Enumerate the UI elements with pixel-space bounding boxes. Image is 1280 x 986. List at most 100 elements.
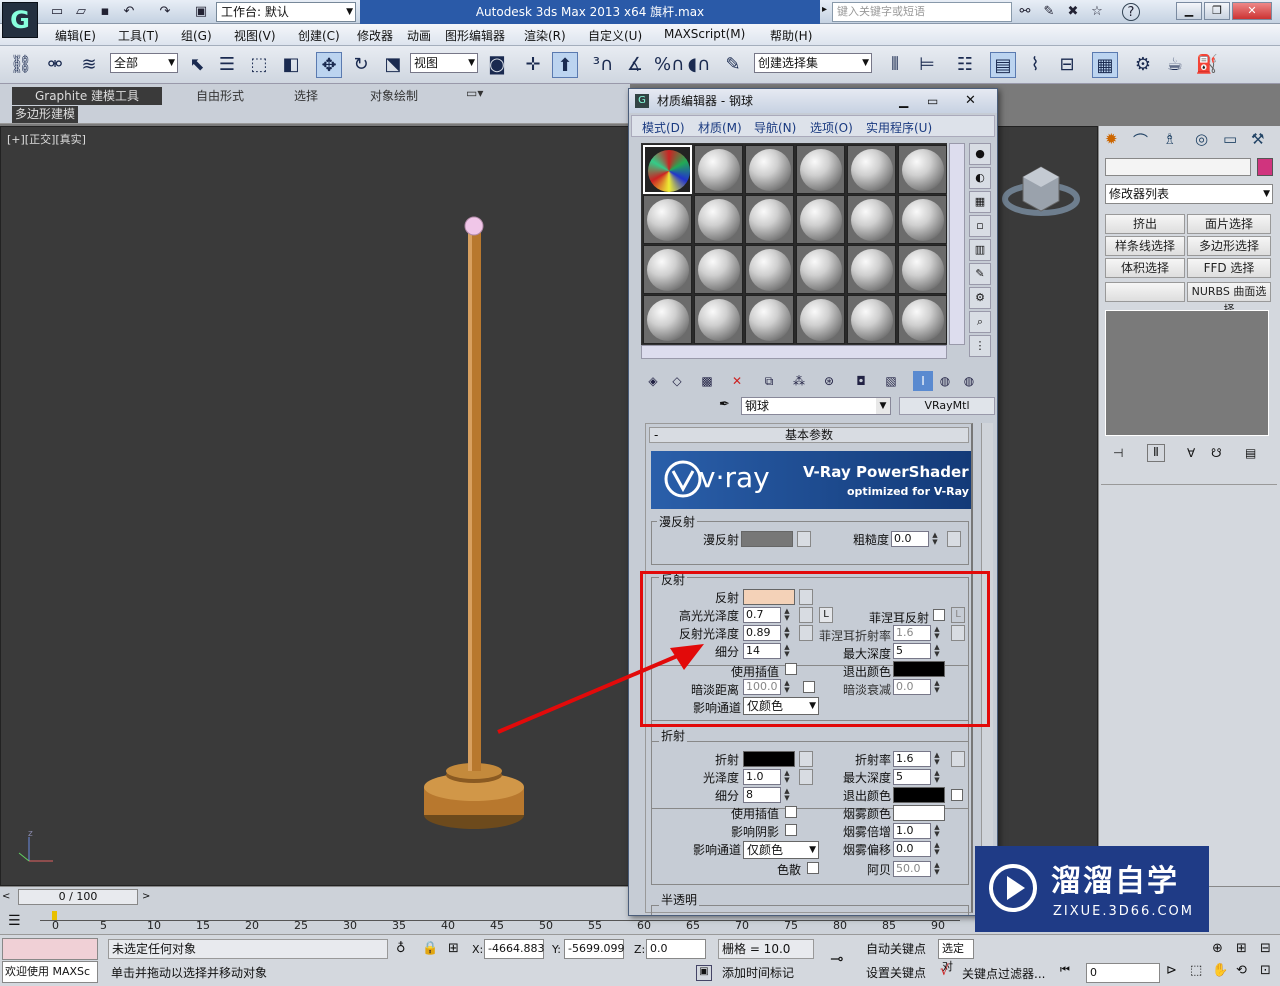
get-material-icon[interactable]: ◈: [643, 371, 663, 391]
show-map-icon[interactable]: ▧: [881, 371, 901, 391]
extrude-button[interactable]: 挤出: [1105, 214, 1185, 234]
redo-icon[interactable]: ↷: [156, 3, 174, 21]
hierarchy-tab-icon[interactable]: ♗: [1163, 130, 1176, 148]
modifier-stack[interactable]: [1105, 310, 1269, 436]
open-file-icon[interactable]: ▱: [72, 3, 90, 21]
assign-to-selection-icon[interactable]: ▩: [697, 371, 717, 391]
menu-group[interactable]: 组(G): [181, 27, 212, 44]
sample-slot[interactable]: [898, 145, 947, 194]
show-end-result-icon[interactable]: Ⅱ: [1147, 444, 1165, 462]
roughness-map-button[interactable]: [947, 531, 961, 547]
mirror-icon[interactable]: ⫴: [882, 52, 908, 78]
expand-icon[interactable]: ▸: [822, 4, 827, 15]
fog-bias-spinner[interactable]: 0.0 ▲ ▼: [893, 841, 940, 857]
motion-tab-icon[interactable]: ◎: [1195, 130, 1208, 148]
auto-key-button[interactable]: 自动关键点: [866, 939, 934, 959]
spinner-snap-icon[interactable]: ◖∩: [686, 52, 712, 78]
pick-material-eyedropper-icon[interactable]: ✒: [719, 397, 730, 412]
display-tab-icon[interactable]: ▭: [1223, 130, 1237, 148]
subscription-icon[interactable]: ✎: [1040, 3, 1058, 21]
spinner-arrows-icon[interactable]: ▲ ▼: [932, 862, 942, 876]
sample-slot[interactable]: [694, 195, 743, 244]
align-icon[interactable]: ⊨: [914, 52, 940, 78]
material-id-icon[interactable]: ◘: [851, 371, 871, 391]
pivot-center-icon[interactable]: ◙: [484, 52, 510, 78]
pan-icon[interactable]: ✋: [1212, 963, 1228, 978]
refr-use-interp-checkbox[interactable]: [785, 806, 797, 818]
spinner-arrows-icon[interactable]: ▲ ▼: [932, 842, 942, 856]
sample-slot[interactable]: [796, 295, 845, 344]
time-slider-prev-icon[interactable]: <: [2, 891, 16, 905]
background-icon[interactable]: ▦: [969, 191, 991, 213]
rect-selection-icon[interactable]: ⬚: [246, 52, 272, 78]
panel-polygon-modeling[interactable]: 多边形建模: [12, 106, 78, 123]
options-icon[interactable]: ⚙: [969, 287, 991, 309]
time-tag-icon[interactable]: ▣: [696, 965, 712, 981]
sample-slot[interactable]: [898, 195, 947, 244]
render-production-icon[interactable]: ⛽: [1194, 52, 1220, 78]
select-by-material-icon[interactable]: ⌕: [969, 311, 991, 333]
fog-color-swatch[interactable]: [893, 805, 945, 821]
current-frame-field[interactable]: 0: [1086, 963, 1160, 983]
y-coordinate-field[interactable]: -5699.099: [564, 939, 624, 959]
zoom-all-icon[interactable]: ⊞: [1236, 941, 1247, 956]
named-selection-dropdown[interactable]: 创建选择集 ▼: [754, 53, 872, 73]
reset-map-icon[interactable]: ✕: [727, 371, 747, 391]
bind-space-warp-icon[interactable]: ≋: [76, 52, 102, 78]
make-unique-icon[interactable]: ∀: [1187, 446, 1195, 460]
refr-subdivs-spinner[interactable]: 8 ▲ ▼: [743, 787, 790, 803]
spinner-arrows-icon[interactable]: ▲ ▼: [930, 532, 940, 546]
search-input[interactable]: 键入关键字或短语: [832, 2, 1012, 22]
sample-slot[interactable]: [745, 295, 794, 344]
sample-slot[interactable]: [694, 295, 743, 344]
spinner-arrows-icon[interactable]: ▲ ▼: [782, 770, 792, 784]
app-logo-icon[interactable]: G: [2, 2, 38, 38]
create-tab-icon[interactable]: ✹: [1105, 130, 1118, 148]
affect-shadows-checkbox[interactable]: [785, 824, 797, 836]
go-forward-sibling-icon[interactable]: ◍: [959, 371, 979, 391]
poly-select-button[interactable]: 多边形选择: [1187, 236, 1271, 256]
project-folder-icon[interactable]: ▣: [192, 3, 210, 21]
select-scale-icon[interactable]: ⬔: [380, 52, 406, 78]
schematic-view-icon[interactable]: ⊟: [1054, 52, 1080, 78]
maximize-viewport-icon[interactable]: ⊡: [1260, 963, 1271, 978]
refr-gloss-spinner[interactable]: 1.0 ▲ ▼: [743, 769, 790, 785]
menu-maxscript[interactable]: MAXScript(M): [664, 27, 745, 41]
configure-modifier-sets-icon[interactable]: ▤: [1245, 446, 1256, 460]
sample-type-icon[interactable]: ●: [969, 143, 991, 165]
me-menu-modes[interactable]: 模式(D): [642, 119, 685, 136]
help-icon[interactable]: ?: [1122, 3, 1140, 21]
curve-editor-icon[interactable]: ⌇: [1022, 52, 1048, 78]
select-move-icon[interactable]: ✥: [316, 52, 342, 78]
modify-tab-icon[interactable]: ⌒: [1133, 130, 1148, 151]
roughness-spinner[interactable]: 0.0 ▲ ▼: [891, 531, 938, 547]
edit-named-sel-icon[interactable]: ✎: [720, 52, 746, 78]
backlight-icon[interactable]: ◐: [969, 167, 991, 189]
restore-button[interactable]: ▭: [927, 89, 938, 113]
remove-modifier-icon[interactable]: ☋: [1211, 446, 1222, 460]
diffuse-map-button[interactable]: [797, 531, 811, 547]
sample-slot[interactable]: [847, 245, 896, 294]
refract-map-button[interactable]: [799, 751, 813, 767]
set-key-button[interactable]: 设置关键点: [866, 963, 934, 983]
rendered-frame-icon[interactable]: ☕: [1162, 52, 1188, 78]
link-icon[interactable]: ⛓: [8, 52, 34, 78]
field-of-view-icon[interactable]: ⊳: [1166, 963, 1177, 978]
percent-snap-icon[interactable]: %∩: [654, 52, 684, 78]
orbit-icon[interactable]: ⟲: [1236, 963, 1247, 978]
menu-rendering[interactable]: 渲染(R): [524, 27, 566, 44]
utilities-tab-icon[interactable]: ⚒: [1251, 130, 1264, 148]
object-name-field[interactable]: [1105, 158, 1251, 176]
material-name-field[interactable]: 钢球 ▼: [741, 397, 891, 415]
ffd-select-button[interactable]: FFD 选择: [1187, 258, 1271, 278]
select-manipulate-icon[interactable]: ✛: [520, 52, 546, 78]
menu-edit[interactable]: 编辑(E): [55, 27, 96, 44]
tab-object-paint[interactable]: 对象绘制: [368, 87, 420, 105]
ribbon-options-icon[interactable]: ▭▾: [464, 86, 485, 104]
selection-filter-dropdown[interactable]: 全部 ▼: [110, 53, 178, 73]
spinner-arrows-icon[interactable]: ▲ ▼: [932, 770, 942, 784]
ior-spinner[interactable]: 1.6 ▲ ▼: [893, 751, 940, 767]
communication-icon[interactable]: ✖: [1064, 3, 1082, 21]
slots-vertical-scrollbar[interactable]: [949, 143, 965, 345]
binoculars-icon[interactable]: ⚯: [1016, 3, 1034, 21]
